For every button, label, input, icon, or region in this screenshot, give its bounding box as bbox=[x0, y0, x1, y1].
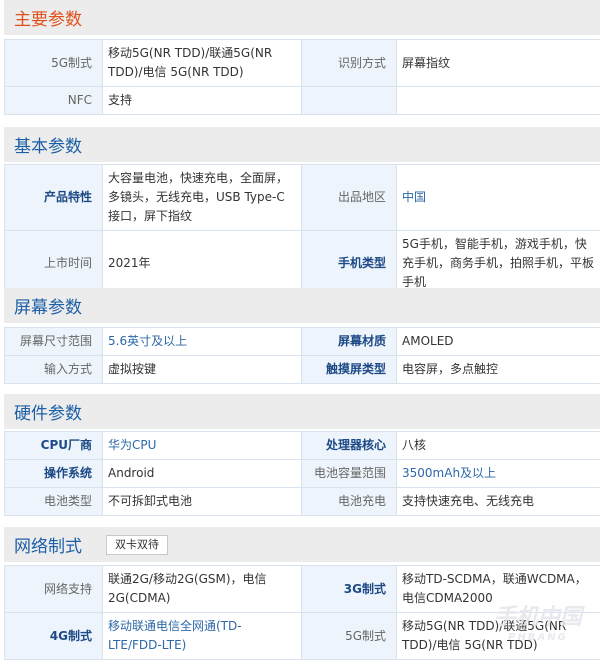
spec-value-link[interactable]: 3500mAh及以上 bbox=[396, 459, 600, 488]
spec-key: 输入方式 bbox=[4, 355, 103, 384]
section-basic-params: 基本参数 产品特性 大容量电池，快速充电，全面屏，多镜头，无线充电，USB Ty… bbox=[4, 127, 600, 297]
section-header: 网络制式 双卡双待 bbox=[4, 527, 600, 562]
table-row: NFC 支持 bbox=[4, 86, 600, 115]
section-title: 网络制式 bbox=[14, 537, 82, 557]
spec-key: 处理器核心 bbox=[301, 431, 397, 460]
spec-key: CPU厂商 bbox=[4, 431, 103, 460]
spec-value: 电容屏，多点触控 bbox=[396, 355, 600, 384]
spec-value: AMOLED bbox=[396, 327, 600, 356]
spec-value: 八核 bbox=[396, 431, 600, 460]
spec-value: 5G手机，智能手机，游戏手机，快充手机，商务手机，拍照手机，平板手机 bbox=[396, 230, 600, 297]
table-row: CPU厂商 华为CPU 处理器核心 八核 bbox=[4, 431, 600, 460]
table-row: 操作系统 Android 电池容量范围 3500mAh及以上 bbox=[4, 459, 600, 488]
section-title: 主要参数 bbox=[14, 10, 82, 30]
spec-key: 网络支持 bbox=[4, 565, 103, 613]
section-header: 主要参数 bbox=[4, 0, 600, 35]
section-main-params: 主要参数 5G制式 移动5G(NR TDD)/联通5G(NR TDD)/电信 5… bbox=[4, 0, 600, 115]
spec-key: 电池充电 bbox=[301, 487, 397, 516]
spec-table: 5G制式 移动5G(NR TDD)/联通5G(NR TDD)/电信 5G(NR … bbox=[4, 39, 600, 115]
spec-value: 屏幕指纹 bbox=[396, 39, 600, 87]
spec-value: 不可拆卸式电池 bbox=[102, 487, 302, 516]
section-header: 基本参数 bbox=[4, 127, 600, 162]
spec-key: 屏幕材质 bbox=[301, 327, 397, 356]
spec-key: 上市时间 bbox=[4, 230, 103, 297]
spec-key: 触摸屏类型 bbox=[301, 355, 397, 384]
section-screen-params: 屏幕参数 屏幕尺寸范围 5.6英寸及以上 屏幕材质 AMOLED 输入方式 虚拟… bbox=[4, 288, 600, 384]
table-row: 上市时间 2021年 手机类型 5G手机，智能手机，游戏手机，快充手机，商务手机… bbox=[4, 230, 600, 297]
spec-table: 产品特性 大容量电池，快速充电，全面屏，多镜头，无线充电，USB Type-C接… bbox=[4, 164, 600, 297]
spec-value: 支持 bbox=[102, 86, 302, 115]
site-watermark: 手机中国 PHBANG bbox=[493, 605, 582, 648]
spec-value: 联通2G/移动2G(GSM)，电信2G(CDMA) bbox=[102, 565, 302, 613]
spec-key bbox=[301, 86, 397, 115]
spec-value: 大容量电池，快速充电，全面屏，多镜头，无线充电，USB Type-C接口，屏下指… bbox=[102, 164, 302, 231]
spec-key: 产品特性 bbox=[4, 164, 103, 231]
spec-value-link[interactable]: 中国 bbox=[396, 164, 600, 231]
table-row: 屏幕尺寸范围 5.6英寸及以上 屏幕材质 AMOLED bbox=[4, 327, 600, 356]
spec-value: 虚拟按键 bbox=[102, 355, 302, 384]
spec-key: NFC bbox=[4, 86, 103, 115]
section-title: 基本参数 bbox=[14, 137, 82, 157]
spec-key: 电池容量范围 bbox=[301, 459, 397, 488]
section-header: 屏幕参数 bbox=[4, 288, 600, 323]
watermark-text: 手机中国 bbox=[493, 605, 582, 630]
spec-key: 屏幕尺寸范围 bbox=[4, 327, 103, 356]
spec-value-link[interactable]: 华为CPU bbox=[102, 431, 302, 460]
dual-sim-badge: 双卡双待 bbox=[106, 534, 168, 555]
table-row: 5G制式 移动5G(NR TDD)/联通5G(NR TDD)/电信 5G(NR … bbox=[4, 39, 600, 87]
spec-key: 4G制式 bbox=[4, 612, 103, 660]
section-title: 硬件参数 bbox=[14, 404, 82, 424]
spec-value: 2021年 bbox=[102, 230, 302, 297]
spec-key: 操作系统 bbox=[4, 459, 103, 488]
spec-value-link[interactable]: 5.6英寸及以上 bbox=[102, 327, 302, 356]
spec-table: CPU厂商 华为CPU 处理器核心 八核 操作系统 Android 电池容量范围… bbox=[4, 431, 600, 516]
table-row: 电池类型 不可拆卸式电池 电池充电 支持快速充电、无线充电 bbox=[4, 487, 600, 516]
spec-key: 5G制式 bbox=[301, 612, 397, 660]
spec-key: 3G制式 bbox=[301, 565, 397, 613]
spec-value bbox=[396, 86, 600, 115]
spec-table: 屏幕尺寸范围 5.6英寸及以上 屏幕材质 AMOLED 输入方式 虚拟按键 触摸… bbox=[4, 327, 600, 384]
spec-key: 电池类型 bbox=[4, 487, 103, 516]
spec-key: 出品地区 bbox=[301, 164, 397, 231]
spec-value-link[interactable]: 移动联通电信全网通(TD-LTE/FDD-LTE) bbox=[102, 612, 302, 660]
section-hardware-params: 硬件参数 CPU厂商 华为CPU 处理器核心 八核 操作系统 Android 电… bbox=[4, 394, 600, 516]
spec-key: 识别方式 bbox=[301, 39, 397, 87]
spec-value: Android bbox=[102, 459, 302, 488]
section-title: 屏幕参数 bbox=[14, 298, 82, 318]
spec-value: 移动5G(NR TDD)/联通5G(NR TDD)/电信 5G(NR TDD) bbox=[102, 39, 302, 87]
table-row: 输入方式 虚拟按键 触摸屏类型 电容屏，多点触控 bbox=[4, 355, 600, 384]
table-row: 产品特性 大容量电池，快速充电，全面屏，多镜头，无线充电，USB Type-C接… bbox=[4, 164, 600, 231]
section-header: 硬件参数 bbox=[4, 394, 600, 429]
spec-key: 手机类型 bbox=[301, 230, 397, 297]
spec-key: 5G制式 bbox=[4, 39, 103, 87]
spec-value: 支持快速充电、无线充电 bbox=[396, 487, 600, 516]
watermark-subtext: PHBANG bbox=[508, 632, 568, 643]
